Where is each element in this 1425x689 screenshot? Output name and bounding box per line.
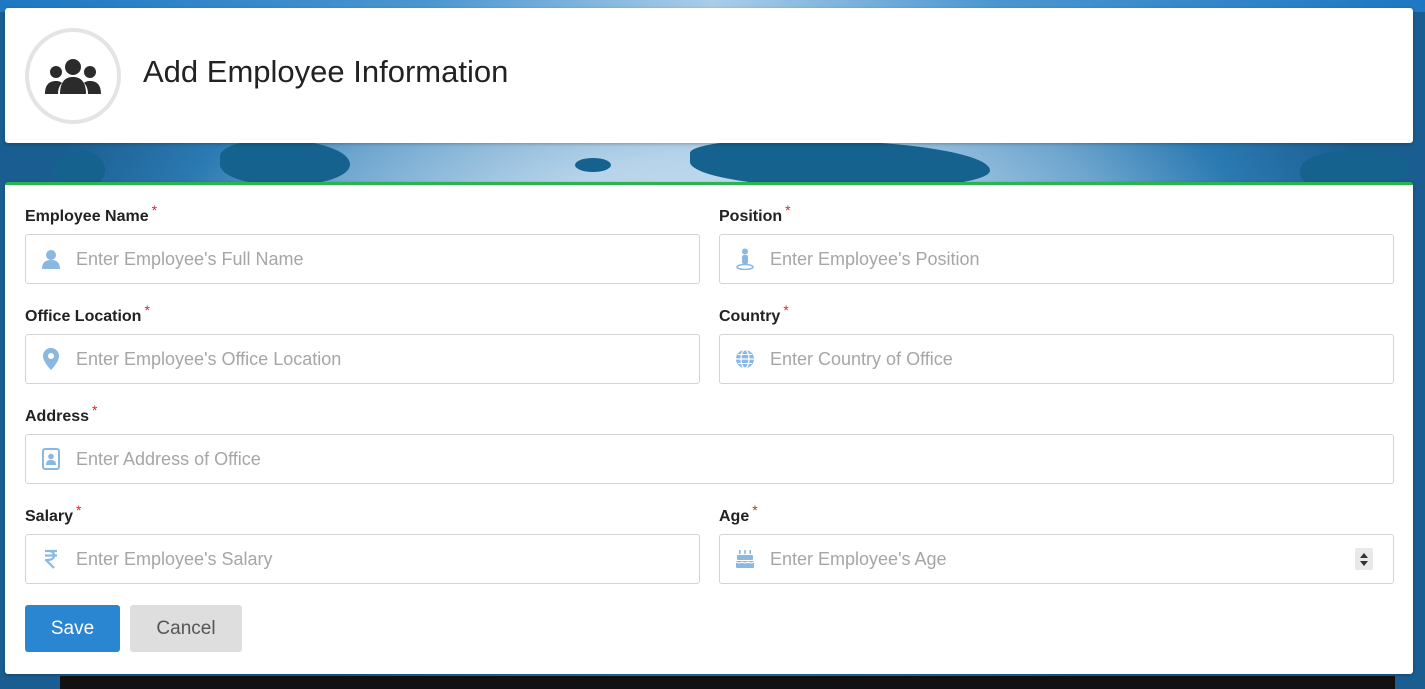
person-pin-icon <box>720 235 770 283</box>
position-group: Position * <box>719 202 1394 285</box>
page-header: Add Employee Information <box>5 8 1413 143</box>
salary-input[interactable] <box>76 536 699 582</box>
address-book-icon <box>26 435 76 483</box>
age-label: Age * <box>719 502 758 525</box>
position-input[interactable] <box>770 236 1393 282</box>
decrement-arrow-icon[interactable] <box>1360 560 1368 566</box>
age-spinner[interactable] <box>1355 548 1373 570</box>
office-location-group: Office Location * <box>25 302 700 385</box>
country-group: Country * <box>719 302 1394 385</box>
user-icon <box>26 235 76 283</box>
increment-arrow-icon[interactable] <box>1360 552 1368 558</box>
rupee-icon <box>26 535 76 583</box>
office-location-input[interactable] <box>76 336 699 382</box>
users-icon <box>25 28 121 124</box>
country-input[interactable] <box>770 336 1393 382</box>
employee-name-input[interactable] <box>76 236 699 282</box>
employee-name-label: Employee Name * <box>25 202 158 225</box>
address-group: Address * <box>25 402 1394 485</box>
map-marker-icon <box>26 335 76 383</box>
address-input[interactable] <box>76 436 1393 482</box>
age-group: Age * <box>719 502 1394 585</box>
globe-icon <box>720 335 770 383</box>
salary-label: Salary * <box>25 502 82 525</box>
cancel-button[interactable]: Cancel <box>130 605 242 652</box>
office-location-label: Office Location * <box>25 302 150 325</box>
salary-group: Salary * <box>25 502 700 585</box>
employee-name-group: Employee Name * <box>25 202 700 285</box>
save-button[interactable]: Save <box>25 605 120 652</box>
age-input[interactable] <box>770 536 1355 582</box>
page-title: Add Employee Information <box>143 54 509 89</box>
country-label: Country * <box>719 302 789 325</box>
birthday-cake-icon <box>720 535 770 583</box>
address-label: Address * <box>25 402 98 425</box>
employee-form: Employee Name* Position* Office Location… <box>5 182 1413 674</box>
position-label: Position * <box>719 202 791 225</box>
